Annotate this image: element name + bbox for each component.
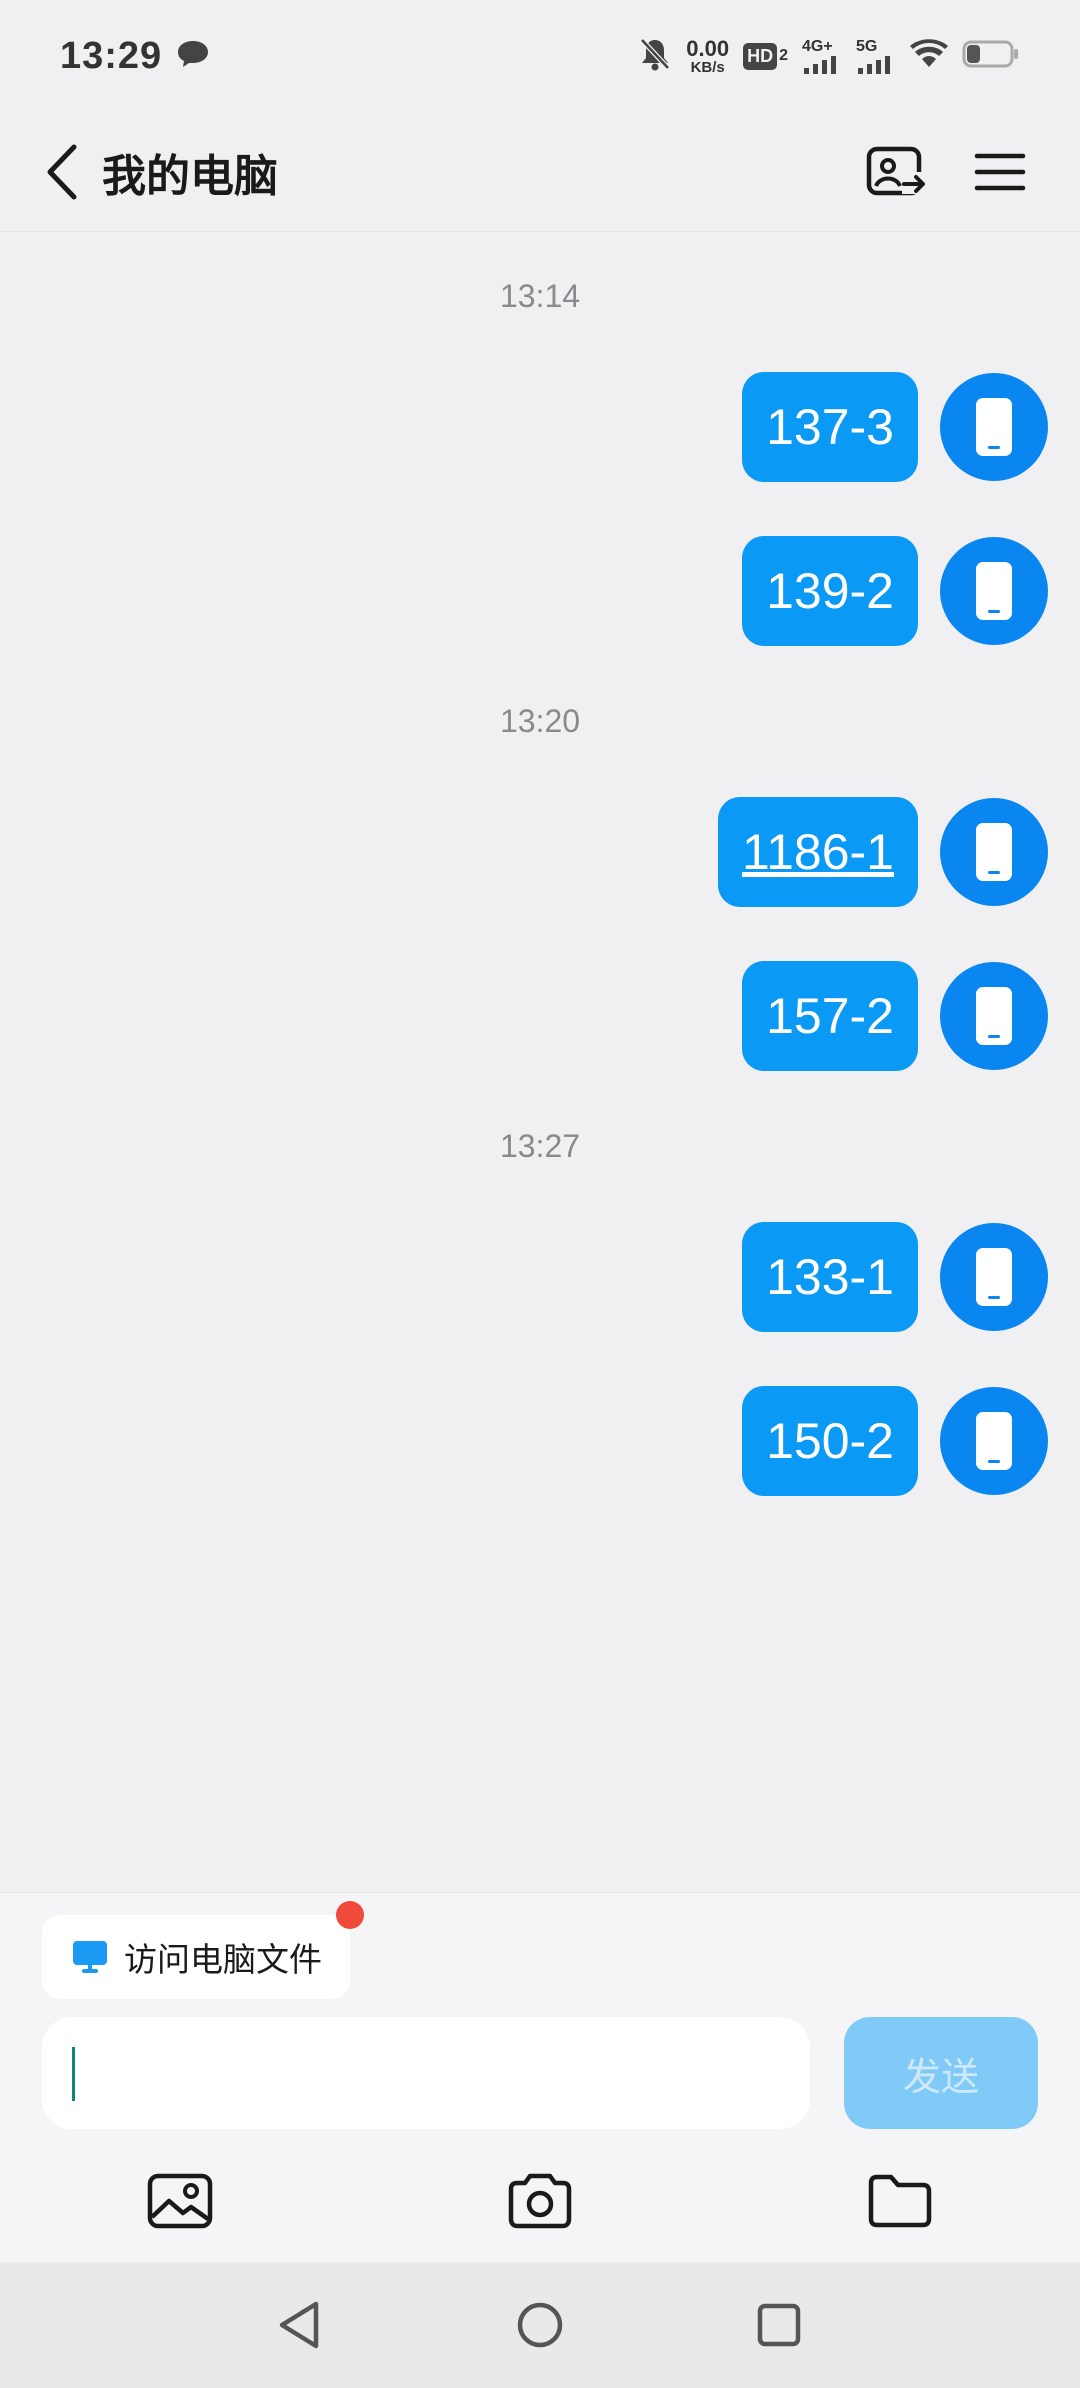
message-link-text[interactable]: 1186-1	[742, 823, 894, 881]
battery-icon	[962, 39, 1020, 74]
folder-button[interactable]	[850, 2151, 950, 2251]
nav-home-icon	[517, 2302, 563, 2348]
status-time: 13:29	[60, 34, 163, 77]
net-speed: 0.00 KB/s	[686, 35, 730, 76]
send-label: 发送	[902, 2056, 979, 2099]
net1-label: 4G+	[802, 38, 833, 55]
back-button[interactable]	[32, 132, 92, 212]
nav-recents-button[interactable]	[734, 2280, 824, 2370]
phone-icon	[976, 823, 1012, 881]
message-row: 157-2	[742, 961, 1048, 1071]
message-input[interactable]	[42, 2017, 810, 2129]
send-button[interactable]: 发送	[844, 2017, 1038, 2129]
phone-icon	[976, 987, 1012, 1045]
phone-icon	[976, 562, 1012, 620]
message-bubble[interactable]: 139-2	[742, 536, 918, 646]
page-title: 我的电脑	[102, 151, 278, 201]
status-bar: 13:29 0.00 KB/s HD 2 4G+ 5G	[0, 0, 1080, 112]
message-bubble-link[interactable]: 1186-1	[718, 797, 918, 907]
message-bubble[interactable]: 150-2	[742, 1386, 918, 1496]
net2-label: 5G	[856, 38, 878, 55]
avatar[interactable]	[940, 798, 1048, 906]
status-right: 0.00 KB/s HD 2 4G+ 5G	[638, 36, 1020, 77]
nav-recents-icon	[757, 2303, 801, 2347]
message-row: 1186-1	[718, 797, 1048, 907]
nav-back-icon	[279, 2301, 319, 2349]
screen-transfer-button[interactable]	[864, 140, 928, 204]
signal-icon: 4G+	[802, 38, 842, 74]
monitor-icon	[73, 1941, 107, 1973]
hd-label: HD	[743, 42, 778, 70]
menu-button[interactable]	[968, 140, 1032, 204]
timestamp: 13:14	[499, 278, 581, 314]
wifi-icon	[910, 38, 948, 74]
message-row: 133-1	[742, 1222, 1048, 1332]
nav-home-button[interactable]	[495, 2280, 585, 2370]
phone-icon	[976, 1248, 1012, 1306]
timestamp: 13:20	[499, 703, 581, 739]
phone-icon	[976, 1412, 1012, 1470]
avatar[interactable]	[940, 1387, 1048, 1495]
back-arrow-icon	[47, 144, 77, 199]
avatar[interactable]	[940, 373, 1048, 481]
hd-badge: HD 2	[743, 42, 788, 70]
system-nav-bar	[0, 2262, 1080, 2388]
tool-row	[0, 2151, 1080, 2251]
net-speed-unit: KB/s	[690, 58, 725, 76]
message-bubble[interactable]: 137-3	[742, 372, 918, 482]
message-bubble[interactable]: 133-1	[742, 1222, 918, 1332]
message-text: 157-2	[766, 988, 894, 1044]
phone-icon	[976, 398, 1012, 456]
message-row: 139-2	[742, 536, 1048, 646]
message-row: 150-2	[742, 1386, 1048, 1496]
message-bubble[interactable]: 157-2	[742, 961, 918, 1071]
avatar[interactable]	[940, 537, 1048, 645]
screen: 13:29 0.00 KB/s HD 2 4G+ 5G 我的电脑 13:14 1…	[0, 0, 1080, 2388]
text-caret	[72, 2047, 75, 2101]
mute-bell-icon	[638, 36, 672, 77]
avatar[interactable]	[940, 962, 1048, 1070]
screen-transfer-icon	[866, 146, 925, 195]
timestamp: 13:27	[499, 1128, 581, 1164]
net-speed-value: 0.00	[686, 35, 730, 61]
status-left: 13:29	[60, 35, 210, 78]
chat-bubble-icon	[176, 39, 210, 74]
message-text: 150-2	[766, 1413, 894, 1469]
message-text: 137-3	[766, 399, 894, 455]
hd-sub: 2	[779, 47, 788, 64]
chat-area[interactable]: 13:14 137-3 139-2 13:20 1186-1 157-2 13:…	[0, 232, 1080, 1892]
access-pc-files-label: 访问电脑文件	[124, 1941, 322, 1978]
camera-button[interactable]	[490, 2151, 590, 2251]
folder-icon	[868, 2174, 932, 2228]
message-row: 137-3	[742, 372, 1048, 482]
header: 我的电脑	[0, 112, 1080, 232]
input-panel: 访问电脑文件 发送	[0, 1892, 1080, 2263]
avatar[interactable]	[940, 1223, 1048, 1331]
message-text: 133-1	[766, 1249, 894, 1305]
camera-icon	[508, 2173, 572, 2229]
access-pc-files-button[interactable]: 访问电脑文件	[42, 1901, 364, 1999]
header-actions	[864, 140, 1032, 204]
signal-2-icon: 5G	[856, 38, 896, 74]
message-text: 139-2	[766, 563, 894, 619]
menu-icon	[974, 153, 1026, 190]
image-button[interactable]	[130, 2151, 230, 2251]
notification-dot	[336, 1901, 364, 1929]
image-icon	[147, 2173, 213, 2229]
nav-back-button[interactable]	[254, 2280, 344, 2370]
